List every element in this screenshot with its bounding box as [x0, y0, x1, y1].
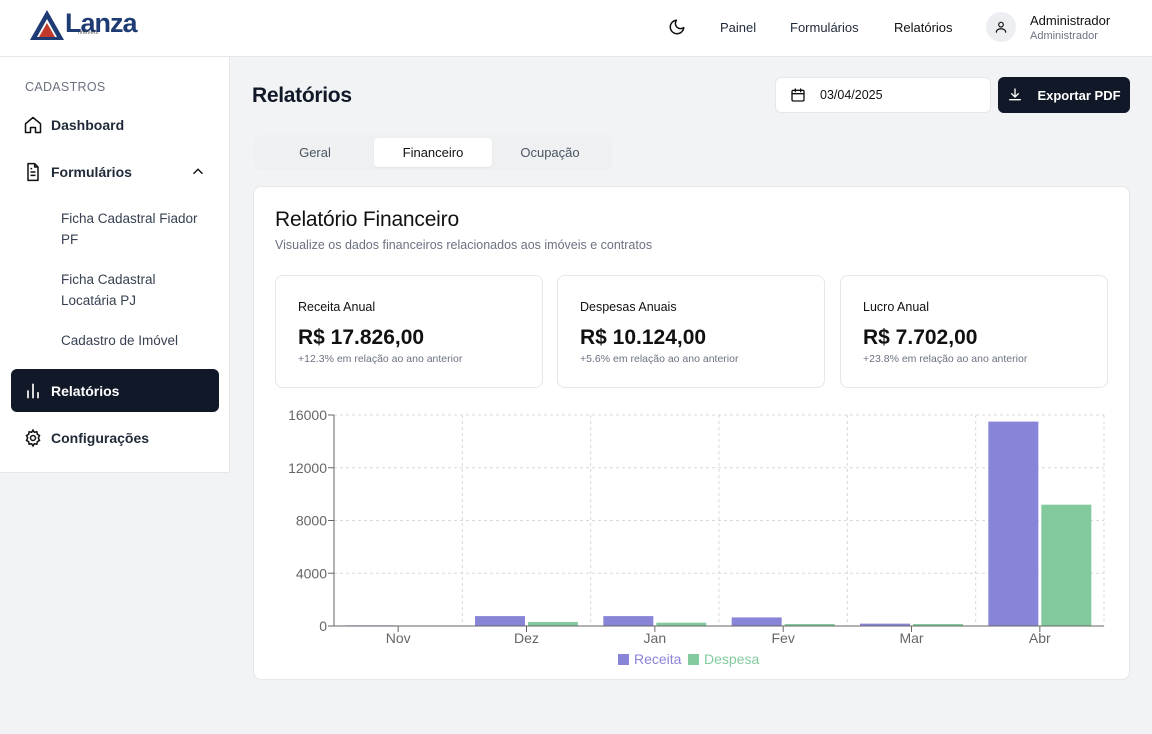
tab-geral[interactable]: Geral — [256, 138, 374, 167]
user-name: Administrador — [1030, 13, 1111, 28]
sidebar-section-title: CADASTROS — [25, 80, 106, 94]
legend-swatch — [688, 654, 699, 665]
bar-receita — [475, 616, 525, 626]
export-pdf-label: Exportar PDF — [1037, 87, 1121, 103]
bar-chart-icon — [23, 381, 43, 401]
date-picker[interactable]: 03/04/2025 — [775, 77, 991, 113]
avatar[interactable] — [986, 12, 1016, 42]
report-tabs: Geral Financeiro Ocupação — [254, 135, 612, 170]
y-tick-label: 12000 — [288, 460, 327, 476]
financial-report-card: Relatório Financeiro Visualize os dados … — [253, 186, 1130, 680]
y-tick-label: 4000 — [296, 565, 327, 581]
brand-logo[interactable]: Lanza — [30, 8, 138, 46]
page-title: Relatórios — [252, 84, 352, 107]
x-tick-label: Dez — [514, 630, 539, 646]
bar-receita — [731, 617, 782, 626]
date-value: 03/04/2025 — [820, 88, 883, 102]
sidebar-subitem-fiador-pf[interactable]: Ficha Cadastral Fiador PF — [61, 208, 211, 250]
moon-icon[interactable] — [668, 18, 686, 36]
brand-sub: imóveis — [78, 30, 99, 36]
top-header: Lanza imóveis Painel Formulários Relatór… — [0, 0, 1152, 57]
chevron-up-icon[interactable] — [191, 164, 205, 178]
sidebar-item-relatorios[interactable]: Relatórios — [11, 369, 219, 412]
sidebar-item-label: Relatórios — [51, 382, 120, 399]
sidebar: CADASTROS Dashboard Formulários Ficha Ca… — [0, 57, 230, 473]
x-tick-label: Abr — [1029, 630, 1051, 646]
y-tick-label: 16000 — [288, 407, 327, 423]
x-tick-label: Nov — [386, 630, 411, 646]
bar-despesa — [1041, 504, 1092, 626]
financial-bar-chart: 0 4000 8000 12000 16000 Nov Dez Jan Fev Mar Abr Rec… — [288, 407, 1105, 667]
file-text-icon — [23, 162, 43, 182]
nav-formularios[interactable]: Formulários — [790, 20, 859, 35]
bar-receita — [603, 616, 654, 626]
tab-ocupacao[interactable]: Ocupação — [491, 138, 609, 167]
sidebar-item-label: Configurações — [51, 429, 150, 446]
legend-label: Receita — [634, 651, 682, 667]
legend-label: Despesa — [704, 651, 759, 667]
y-tick-label: 0 — [319, 618, 327, 634]
download-icon — [1009, 88, 1022, 101]
nav-painel[interactable]: Painel — [720, 20, 756, 35]
user-icon — [995, 21, 1007, 33]
home-icon — [23, 115, 43, 135]
sidebar-item-label: Formulários — [51, 163, 132, 180]
user-role: Administrador — [1030, 30, 1098, 42]
x-tick-label: Fev — [771, 630, 794, 646]
tab-financeiro[interactable]: Financeiro — [374, 138, 492, 167]
logo-triangle-icon — [30, 10, 64, 40]
sidebar-item-configuracoes[interactable]: Configurações — [11, 416, 219, 459]
export-pdf-button[interactable]: Exportar PDF — [998, 77, 1130, 113]
y-tick-label: 8000 — [296, 513, 327, 529]
x-tick-label: Mar — [899, 630, 923, 646]
nav-relatorios[interactable]: Relatórios — [894, 20, 953, 35]
sidebar-item-dashboard[interactable]: Dashboard — [11, 103, 219, 146]
brand-name: Lanza — [65, 8, 138, 38]
sidebar-subitem-cadastro-imovel[interactable]: Cadastro de Imóvel — [61, 330, 211, 351]
x-tick-label: Jan — [644, 630, 667, 646]
bar-despesa — [528, 622, 578, 626]
bar-receita — [988, 421, 1039, 626]
gear-icon — [23, 428, 43, 448]
sidebar-item-label: Dashboard — [51, 116, 125, 133]
legend-swatch — [618, 654, 629, 665]
sidebar-item-formularios[interactable]: Formulários — [11, 150, 219, 193]
sidebar-subitem-locataria-pj[interactable]: Ficha Cadastral Locatária PJ — [61, 269, 211, 311]
calendar-icon — [791, 88, 805, 102]
